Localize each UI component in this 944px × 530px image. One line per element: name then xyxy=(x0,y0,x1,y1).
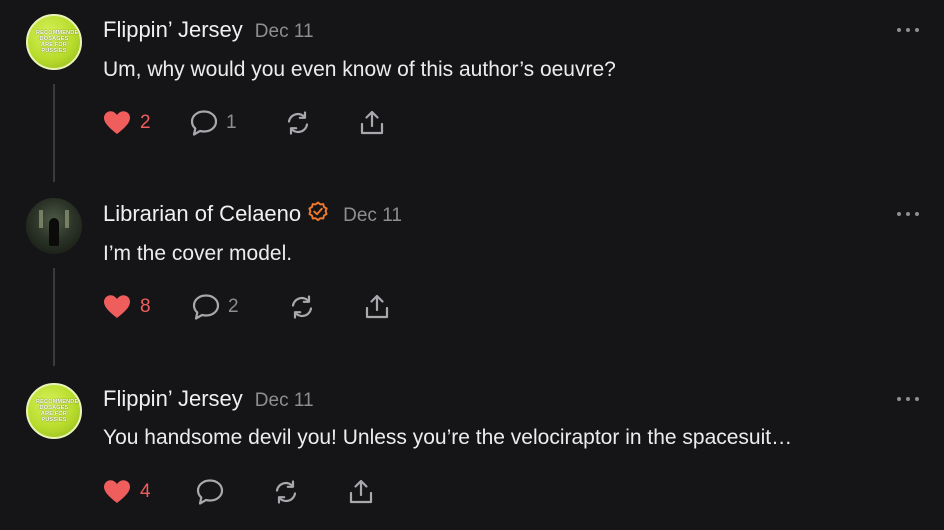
avatar[interactable]: RECOMMENDED DOSAGES ARE FOR PUSSIES xyxy=(26,383,82,439)
like-count: 4 xyxy=(140,481,151,502)
comment-icon xyxy=(196,479,224,505)
comment-text: You handsome devil you! Unless you’re th… xyxy=(103,426,793,449)
comment-header: Flippin’ Jersey Dec 11 xyxy=(103,386,314,412)
reply-button[interactable] xyxy=(195,477,225,507)
like-button[interactable]: 4 xyxy=(103,477,151,507)
avatar-text: RECOMMENDED DOSAGES ARE FOR PUSSIES xyxy=(36,399,82,423)
comment-actions: 4 xyxy=(103,477,403,507)
restack-button[interactable] xyxy=(272,477,300,507)
more-options-icon[interactable] xyxy=(897,394,919,404)
share-icon xyxy=(349,479,373,504)
heart-icon xyxy=(104,480,130,503)
restack-icon xyxy=(275,480,297,504)
author-name[interactable]: Flippin’ Jersey xyxy=(103,386,243,411)
comment-date[interactable]: Dec 11 xyxy=(255,390,314,411)
share-button[interactable] xyxy=(347,477,375,507)
comment: RECOMMENDED DOSAGES ARE FOR PUSSIES Flip… xyxy=(0,0,944,530)
